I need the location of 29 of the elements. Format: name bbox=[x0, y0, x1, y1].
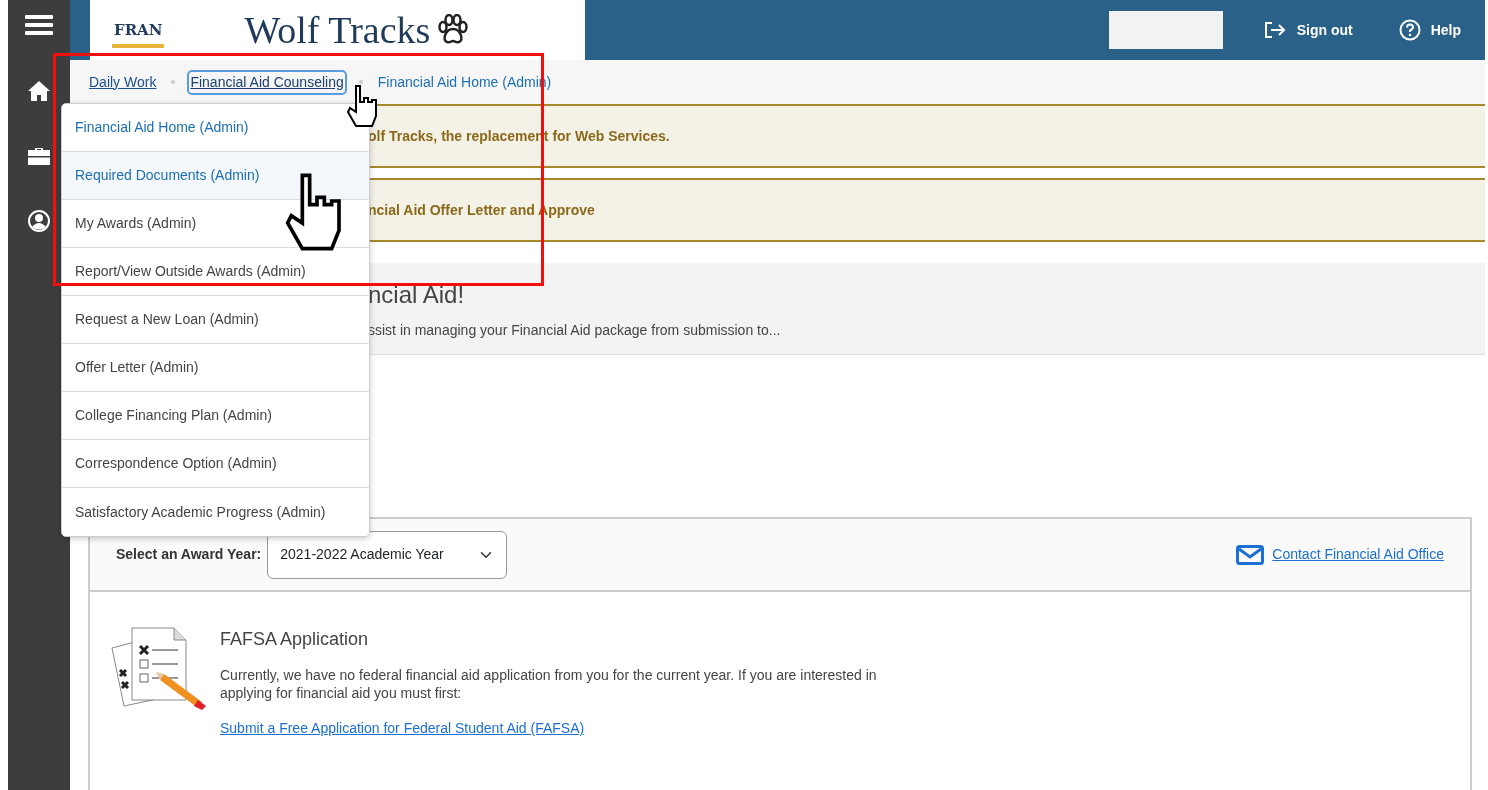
menu-item[interactable]: Satisfactory Academic Progress (Admin) bbox=[62, 488, 369, 536]
contact-link[interactable]: Contact Financial Aid Office bbox=[1272, 544, 1444, 565]
breadcrumb-link[interactable]: Financial Aid Counseling bbox=[189, 71, 345, 93]
menu-item[interactable]: Correspondence Option (Admin) bbox=[62, 440, 369, 488]
briefcase-icon[interactable] bbox=[27, 146, 51, 166]
menu-item[interactable]: Report/View Outside Awards (Admin) bbox=[62, 248, 369, 296]
site-title: Wolf Tracks bbox=[244, 7, 431, 53]
award-year-select[interactable]: 2021-2022 Academic Year bbox=[267, 530, 508, 579]
fafsa-title: FAFSA Application bbox=[220, 628, 370, 651]
sign-out-button[interactable]: Sign out bbox=[1256, 18, 1359, 42]
help-icon bbox=[1398, 19, 1421, 41]
menu-item[interactable]: College Financing Plan (Admin) bbox=[62, 392, 369, 440]
welcome-heading: ncial Aid! bbox=[368, 281, 466, 310]
user-icon[interactable] bbox=[28, 210, 50, 232]
fafsa-link[interactable]: Submit a Free Application for Federal Student Aid (FAFSA) bbox=[220, 720, 585, 736]
fafsa-text: Currently, we have no federal financial aid application from you for the current year. If you are interested in applying for financial aid you must first: bbox=[220, 667, 878, 702]
menu-item[interactable]: Offer Letter (Admin) bbox=[62, 344, 369, 392]
sign-out-icon bbox=[1262, 21, 1287, 39]
breadcrumb-link[interactable]: Daily Work bbox=[88, 71, 158, 93]
envelope-icon bbox=[1236, 544, 1265, 565]
menu-icon[interactable] bbox=[25, 14, 53, 36]
menu-item[interactable]: Financial Aid Home (Admin) bbox=[62, 104, 369, 152]
menu-item[interactable]: Request a New Loan (Admin) bbox=[62, 296, 369, 344]
help-button[interactable]: Help bbox=[1392, 18, 1467, 42]
menu-item[interactable]: Required Documents (Admin) bbox=[62, 152, 369, 200]
award-year-label: Select an Award Year: bbox=[116, 545, 262, 564]
paw-icon bbox=[436, 14, 471, 46]
home-icon[interactable] bbox=[27, 80, 51, 102]
logo[interactable]: FRAN bbox=[112, 12, 165, 48]
